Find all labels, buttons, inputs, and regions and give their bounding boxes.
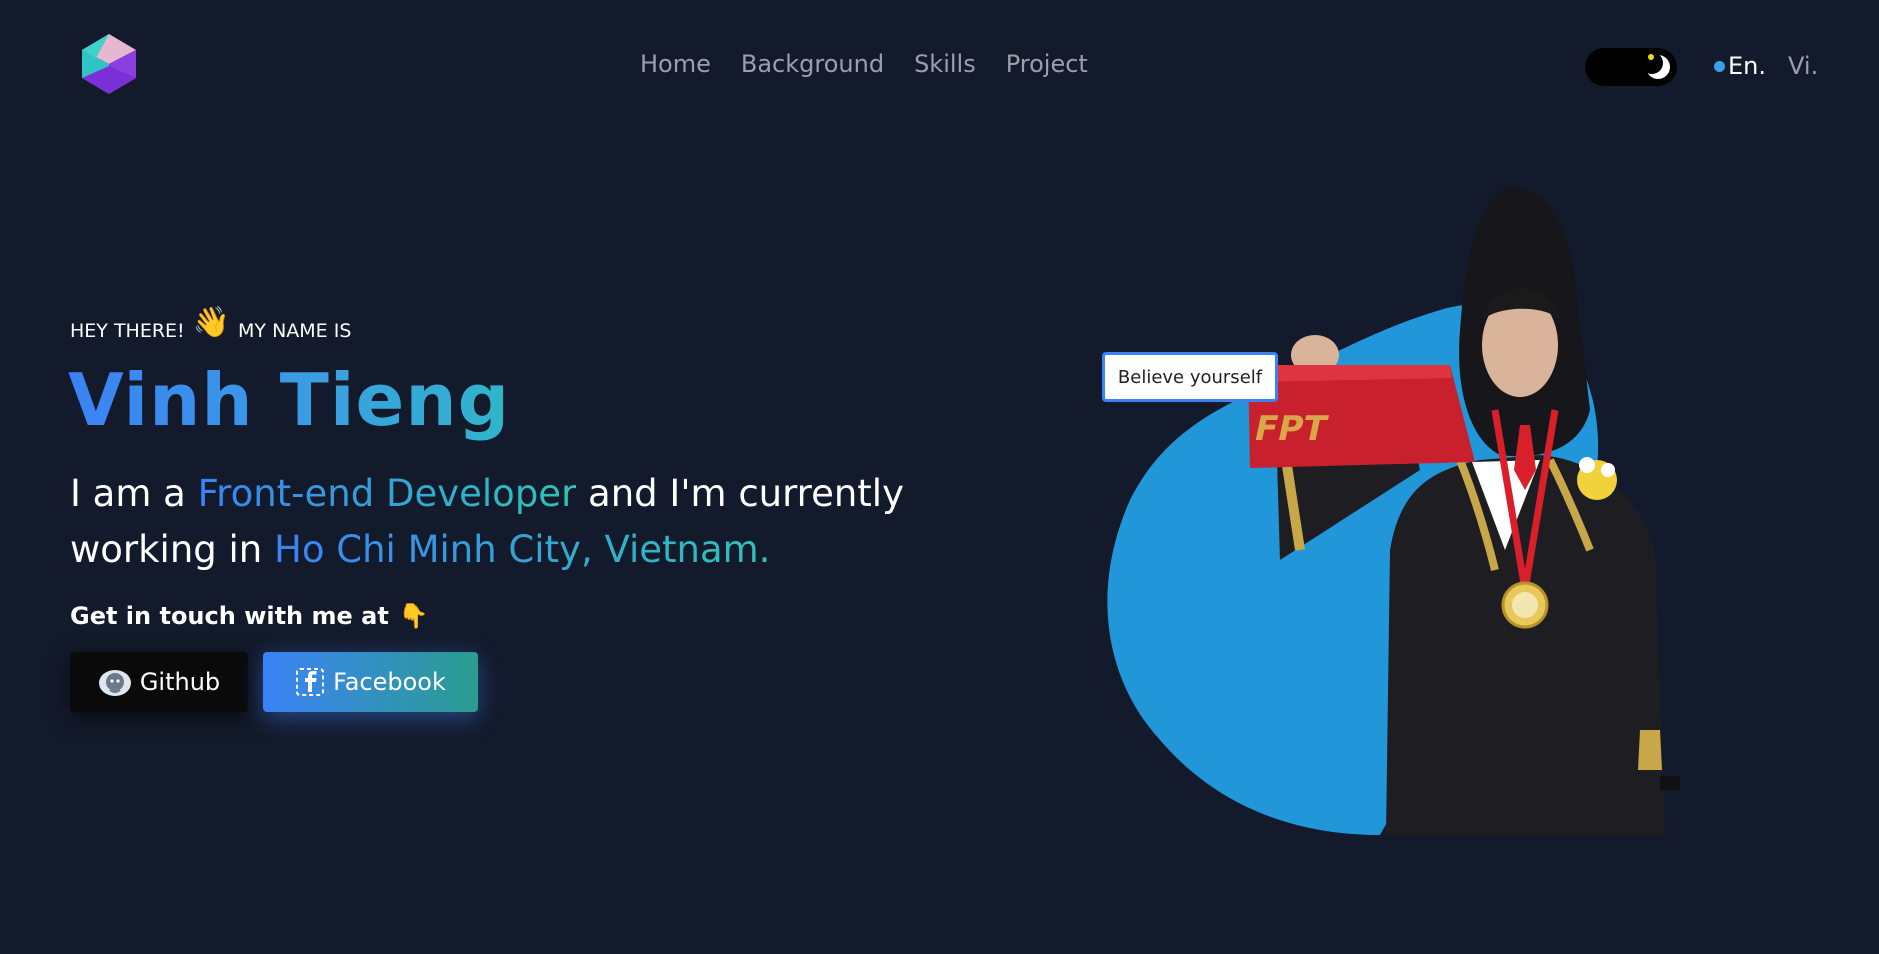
lang-en-label: En. bbox=[1728, 52, 1767, 80]
graduation-portrait-image: FPT bbox=[1107, 185, 1680, 835]
github-octocat-icon bbox=[98, 670, 131, 696]
facebook-icon bbox=[296, 668, 325, 696]
quote-badge: Believe yourself bbox=[1102, 352, 1278, 402]
intro-role: Front-end Developer bbox=[197, 472, 577, 515]
intro-text: I am a Front-end Developer and I'm curre… bbox=[70, 466, 970, 578]
waving-hand-icon: 👋 bbox=[192, 305, 231, 340]
pointing-down-icon: 👇 bbox=[398, 602, 429, 630]
greeting-before: HEY THERE! bbox=[70, 320, 185, 342]
hero-name: Vinh Tieng bbox=[68, 358, 511, 442]
main-nav: Home Background Skills Project bbox=[640, 50, 1088, 78]
svg-text:FPT: FPT bbox=[1251, 409, 1331, 449]
intro-location: Ho Chi Minh City, Vietnam. bbox=[274, 528, 771, 571]
nav-home[interactable]: Home bbox=[640, 50, 711, 78]
gown bbox=[1386, 455, 1665, 835]
nav-background[interactable]: Background bbox=[741, 50, 884, 78]
facebook-label: Facebook bbox=[333, 668, 446, 696]
lang-option-vi[interactable]: Vi. bbox=[1788, 52, 1818, 80]
theme-toggle[interactable] bbox=[1585, 48, 1677, 86]
lang-option-en[interactable]: En. bbox=[1714, 52, 1766, 80]
contact-text: Get in touch with me at bbox=[70, 602, 389, 630]
intro-part-1: I am a bbox=[70, 472, 198, 515]
language-switcher: En. Vi. bbox=[1714, 52, 1818, 80]
active-indicator-dot bbox=[1714, 60, 1725, 72]
greeting-after: MY NAME IS bbox=[238, 320, 352, 342]
facebook-button[interactable]: Facebook bbox=[263, 652, 478, 712]
moon-icon bbox=[1643, 52, 1670, 79]
cube-logo-icon[interactable] bbox=[78, 32, 140, 96]
github-button[interactable]: Github bbox=[70, 652, 248, 712]
greeting: HEY THERE! 👋 MY NAME IS bbox=[70, 308, 352, 343]
nav-skills[interactable]: Skills bbox=[914, 50, 976, 78]
github-label: Github bbox=[139, 668, 221, 696]
contact-heading: Get in touch with me at 👇 bbox=[70, 602, 429, 630]
nav-project[interactable]: Project bbox=[1006, 50, 1088, 78]
